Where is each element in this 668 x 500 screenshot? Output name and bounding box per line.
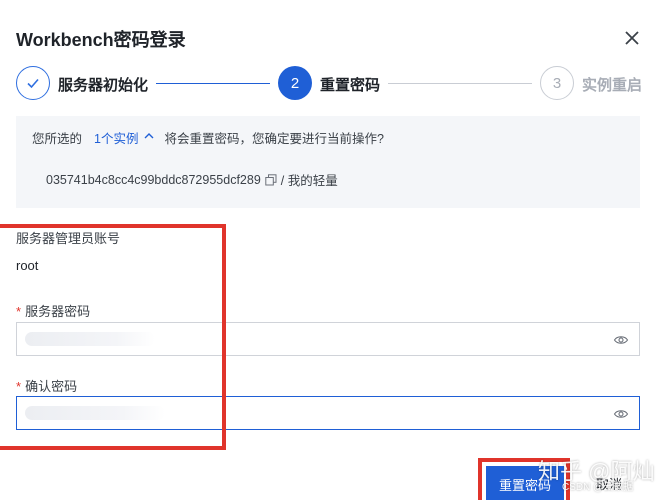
highlight-box-form <box>0 224 226 450</box>
eye-icon[interactable] <box>613 332 629 348</box>
progress-steps: 服务器初始化 2 重置密码 3 实例重启 <box>16 66 668 102</box>
close-icon[interactable] <box>620 26 644 50</box>
instance-id: 035741b4c8cc4c99bddc872955dcf289 <box>46 172 261 187</box>
selection-suffix: 将会重置密码，您确定要进行当前操作? <box>164 132 384 146</box>
close-button[interactable] <box>620 26 644 50</box>
step-connector-2 <box>388 83 532 84</box>
step-3-label: 实例重启 <box>582 77 643 94</box>
selection-prefix: 您所选的 <box>32 132 83 146</box>
instance-name: / 我的轻量 <box>280 174 338 188</box>
selection-summary: 您所选的 1个实例 将会重置密码，您确定要进行当前操作? <box>32 128 384 147</box>
instance-row: 035741b4c8cc4c99bddc872955dcf289 / 我的轻量 <box>46 170 338 189</box>
instance-count-link[interactable]: 1个实例 <box>94 128 138 147</box>
step-3-indicator: 3 <box>540 66 574 100</box>
watermark-sub: CSDN @云数据 <box>562 482 634 493</box>
selection-info-panel: 您所选的 1个实例 将会重置密码，您确定要进行当前操作? 035741b4c8c… <box>16 116 640 208</box>
step-2-label: 重置密码 <box>320 77 381 94</box>
copy-icon[interactable] <box>265 173 277 186</box>
chevron-up-icon[interactable] <box>144 132 154 143</box>
step-2-indicator: 2 <box>278 66 312 100</box>
check-icon <box>27 78 39 89</box>
step-1-indicator <box>16 66 50 100</box>
step-1-label: 服务器初始化 <box>58 77 149 94</box>
dialog-title: Workbench密码登录 <box>16 30 186 50</box>
step-connector-1 <box>156 83 270 84</box>
eye-icon[interactable] <box>613 406 629 422</box>
